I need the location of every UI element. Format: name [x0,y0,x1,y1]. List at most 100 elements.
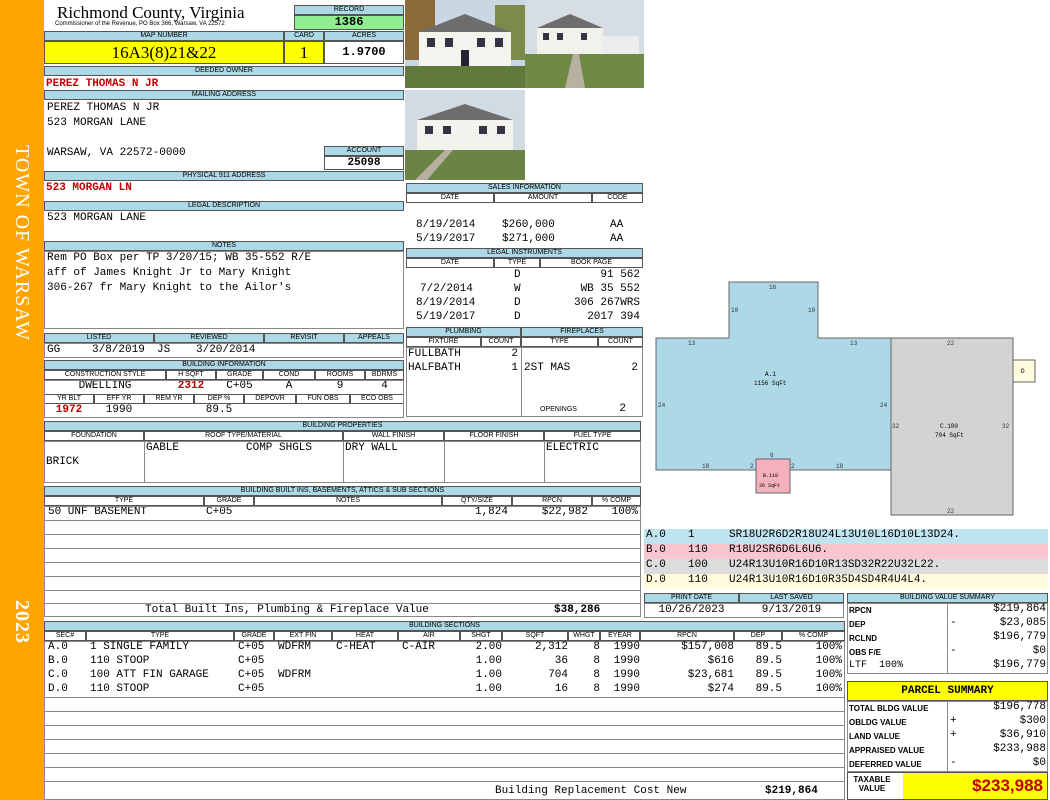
taxable-label: TAXABLE VALUE [853,775,891,793]
dim-label: 18 [836,463,844,470]
sections-cell [402,669,460,683]
bi-h-bdrms: BDRMS [365,370,404,380]
li-date: 7/2/2014 [420,283,473,295]
divider [947,701,948,772]
sections-cell: WDFRM [278,669,312,681]
sections-cell: 1990 [613,683,640,695]
section-a-area: 1156 SqFt [754,380,786,387]
vector-text: R18U2SR6D6L6U6. [729,544,829,556]
bvs-row-label: LTF 100% [849,660,904,671]
props-h-foundation: FOUNDATION [44,431,144,441]
dim-label: 32 [892,423,900,430]
bvs-row-label: RPCN [849,606,872,615]
section-c-area: 704 SqFt [935,432,964,439]
parcel-row-label: OBLDG VALUE [849,718,907,727]
section-b-label: B.110 [763,473,778,479]
rule [44,534,641,535]
sections-cell: 100 ATT FIN GARAGE [90,669,209,681]
bi-h-style: CONSTRUCTION STYLE [44,370,166,380]
rule [44,739,845,740]
sections-cell: C-AIR [402,641,436,653]
bvs-row-value: $196,779 [993,659,1046,671]
vector-text: SR18U2R6D2R18U24L13U10L16D10L13D24. [729,529,961,541]
print-date-label: PRINT DATE [644,593,739,603]
bi-h-cond: COND [263,370,315,380]
revisit-label: REVISIT [264,333,344,343]
reviewed-label: REVIEWED [154,333,264,343]
rule [44,590,641,591]
vector-num: 110 [688,574,708,586]
parcel-row-label: TOTAL BLDG VALUE [849,704,929,713]
vector-row-d: D.0 110 U24R13U10R16D10R35D4SD4R4U4L4. [644,574,1048,589]
section-c-label: C.100 [940,423,958,430]
sections-cell: 8 [593,641,600,653]
last-saved-label: LAST SAVED [739,593,844,603]
sections-cell: 100% [815,641,842,653]
builtins-label: BUILDING BUILT INS, BASEMENTS, ATTICS & … [44,486,641,496]
house-photo-2 [525,0,644,88]
divider [544,441,545,483]
sections-total: $219,864 [765,785,818,797]
map-label: MAP NUMBER [44,31,284,41]
bi-h-rooms: ROOMS [315,370,365,380]
bvs-row-value: $219,864 [993,603,1046,615]
vector-code: B.0 [646,544,666,556]
account-value: 25098 [324,156,404,170]
sections-col-header: TYPE [86,631,234,641]
sections-cell: 1.00 [475,669,502,681]
props-h-fuel: FUEL TYPE [544,431,641,441]
li-book: WB 35 552 [580,283,640,295]
dim-label: 13 [850,340,858,347]
dim-label: 13 [688,340,696,347]
bvs-row-value: $196,779 [993,631,1046,643]
sales-code: AA [610,219,624,231]
li-type: D [514,269,521,281]
acres-label: ACRES [324,31,404,41]
vector-code: D.0 [646,574,666,586]
sections-cell: C+05 [238,655,265,667]
fire-h-type: TYPE [521,337,598,347]
sections-cell: 2,312 [534,641,568,653]
section-b-area: 36 SqFt [759,483,780,489]
card-number: 1 [284,41,324,64]
sections-cell: 2.00 [475,641,502,653]
acres-value: 1.9700 [324,41,404,64]
vector-num: 110 [688,544,708,556]
sections-cell: 36 [554,655,568,667]
bldg-info-box [44,380,404,418]
sections-col-header: AIR [398,631,460,641]
sections-cell: 16 [554,683,568,695]
sales-date: 8/19/2014 [416,219,476,231]
sections-cell: C+05 [238,669,265,681]
dim-label: 22 [947,340,955,347]
sections-col-header: HEAT [332,631,398,641]
sections-cell: 1990 [613,655,640,667]
sections-cell [278,655,332,669]
dim-label: 24 [658,402,666,409]
record-label: RECORD [294,5,404,15]
sections-cell: 8 [593,655,600,667]
builtins-total: $38,286 [554,604,601,616]
sections-col-header: % COMP [782,631,845,641]
builtins-total-label: Total Built Ins, Plumbing & Fireplace Va… [145,604,429,616]
parcel-row-value: $0 [1032,757,1046,769]
mailing-label: MAILING ADDRESS [44,90,404,100]
phys-label: PHYSICAL 911 ADDRESS [44,171,404,181]
sections-cell [336,655,398,669]
sections-cell [402,683,460,697]
sections-col-header: SQFT [502,631,568,641]
li-type: D [514,311,521,323]
sections-col-header: SEC# [44,631,86,641]
sections-col-header: WHGT [568,631,600,641]
county-subtitle: Commissioner of the Revenue, PO Box 366,… [55,21,225,27]
notes-label: NOTES [44,241,404,251]
sections-cell: 89.5 [755,655,782,667]
sections-cell: WDFRM [278,641,312,653]
dim-label: 6 [770,452,774,459]
vector-num: 1 [688,529,695,541]
rule [44,725,845,726]
bi-h-type: TYPE [44,496,204,506]
parcel-row-label: LAND VALUE [849,732,900,741]
rule [44,711,845,712]
vector-text: U24R13U10R16D10R13SD32R22U32L22. [729,559,941,571]
